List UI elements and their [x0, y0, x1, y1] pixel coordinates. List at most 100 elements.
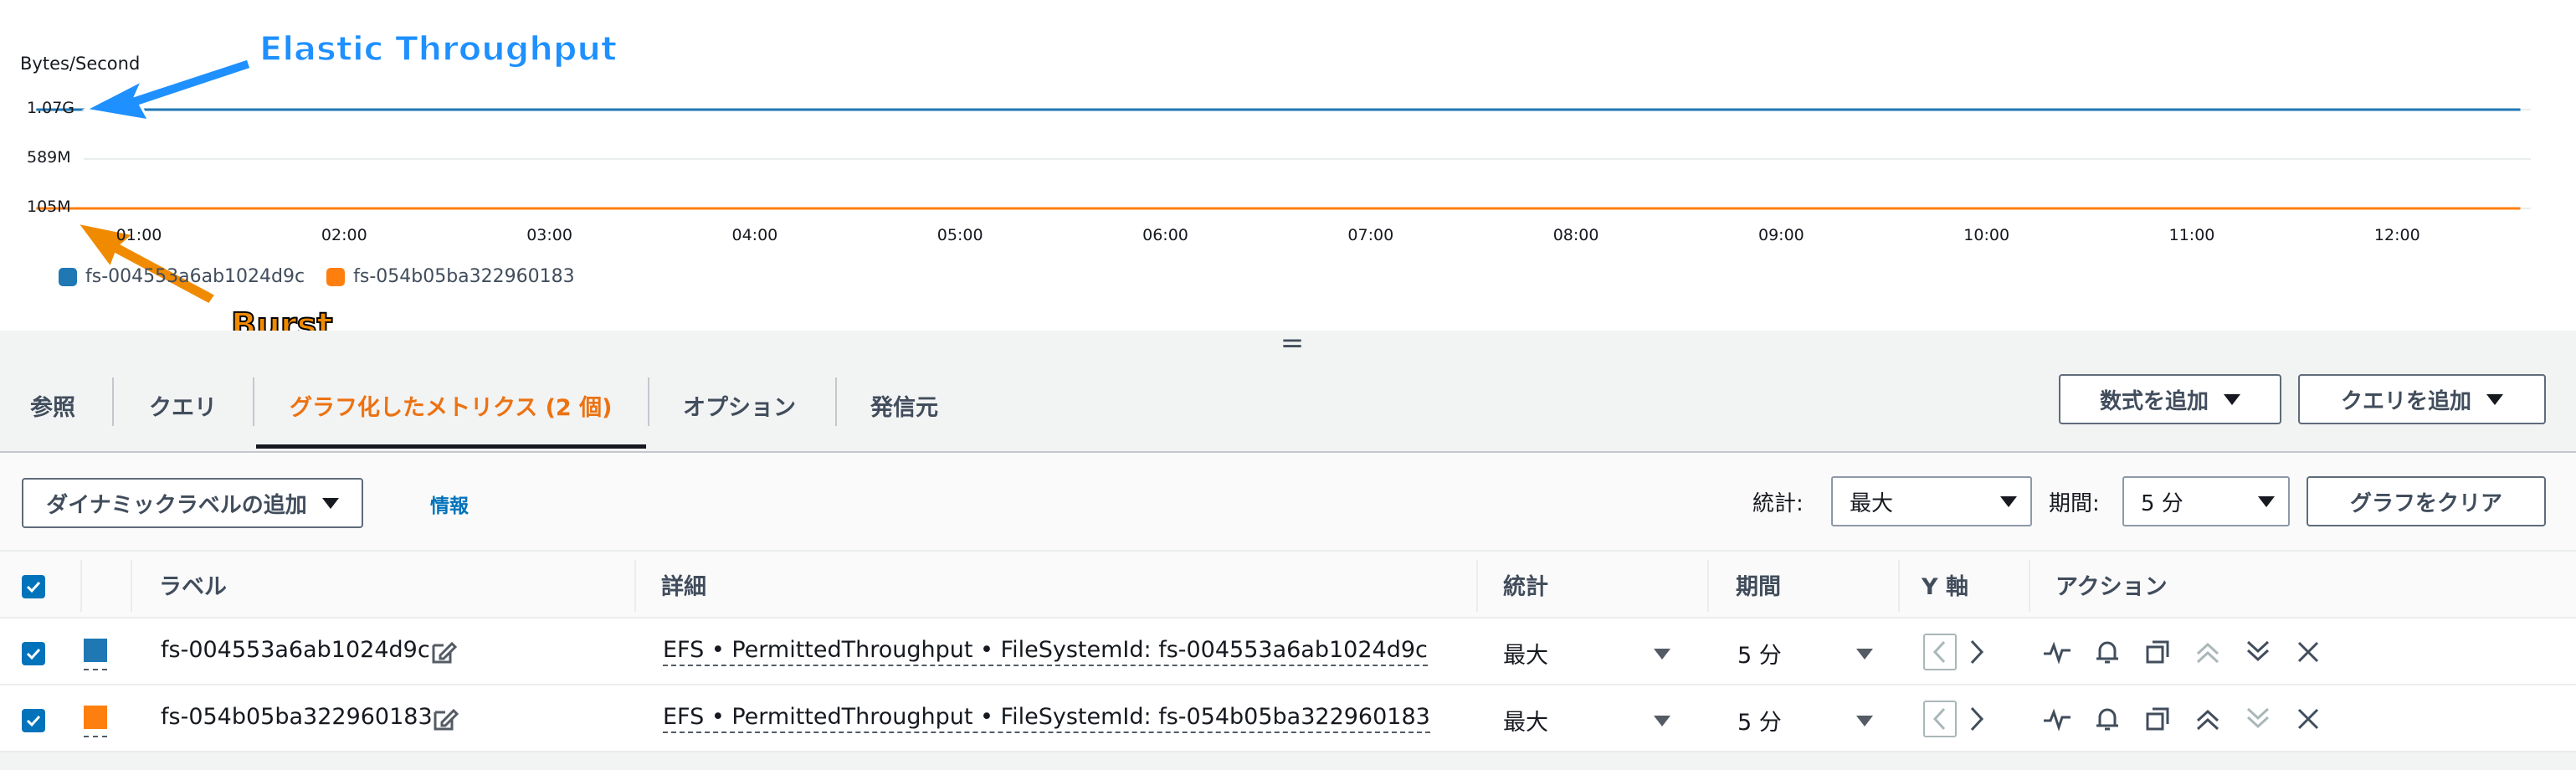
legend-swatch [326, 267, 346, 286]
x-tick-label: 10:00 [1963, 226, 2010, 244]
add-dynamic-label-text: ダイナミックラベルの追加 [46, 492, 307, 518]
tab-graphed-metrics[interactable]: グラフ化したメトリクス (2 個) [290, 376, 612, 434]
anomaly-detection-icon[interactable] [2042, 704, 2072, 734]
caret-down-icon [2486, 393, 2503, 405]
tab-divider [648, 377, 649, 426]
row-statistic-value[interactable]: 最大 [1503, 637, 1548, 670]
clear-graph-label: グラフをクリア [2349, 490, 2502, 516]
anomaly-detection-icon[interactable] [2042, 637, 2072, 667]
legend-item[interactable]: fs-054b05ba322960183 [326, 266, 575, 287]
series-color-picker[interactable] [84, 706, 107, 737]
y-axis-left-toggle[interactable] [1923, 634, 1957, 670]
add-query-label: クエリを追加 [2340, 388, 2471, 414]
column-header-period[interactable]: 期間 [1736, 568, 1781, 601]
row-statistic-value[interactable]: 最大 [1503, 704, 1548, 737]
chevron-left-icon [1932, 640, 1946, 664]
add-math-label: 数式を追加 [2099, 388, 2209, 414]
x-tick-label: 03:00 [526, 226, 572, 244]
x-tick-label: 04:00 [731, 226, 778, 244]
y-axis-left-toggle[interactable] [1923, 701, 1957, 737]
column-divider [634, 560, 636, 612]
add-math-button[interactable]: 数式を追加 [2059, 374, 2281, 424]
active-tab-indicator [256, 444, 646, 449]
legend-label: fs-054b05ba322960183 [353, 266, 575, 287]
check-icon [26, 648, 41, 660]
edit-icon[interactable] [430, 704, 460, 734]
column-header-statistic[interactable]: 統計 [1503, 568, 1548, 601]
tab-divider [112, 377, 114, 426]
caret-down-icon[interactable] [1654, 649, 1670, 660]
resize-handle[interactable]: = [1274, 329, 1311, 357]
y-tick-label: 1.07G [27, 99, 75, 117]
clear-graph-button[interactable]: グラフをクリア [2307, 476, 2546, 526]
column-divider [131, 560, 132, 612]
caret-down-icon[interactable] [1856, 716, 1873, 726]
x-tick-label: 02:00 [321, 226, 367, 244]
move-down-icon[interactable] [2243, 704, 2273, 734]
caret-down-icon [2258, 496, 2275, 507]
alarm-bell-icon[interactable] [2092, 704, 2122, 734]
copy-icon[interactable] [2142, 637, 2173, 667]
column-header-y-axis[interactable]: Y 軸 [1922, 568, 1968, 601]
row-checkbox[interactable] [22, 642, 45, 665]
period-select[interactable]: 5 分 [2122, 476, 2290, 526]
caret-down-icon [321, 497, 339, 509]
move-up-icon[interactable] [2193, 704, 2223, 734]
move-down-icon[interactable] [2243, 637, 2273, 667]
column-divider [1476, 560, 1478, 612]
column-header-label[interactable]: ラベル [159, 568, 227, 601]
series-color-picker[interactable] [84, 639, 107, 670]
x-tick-label: 07:00 [1347, 226, 1394, 244]
row-checkbox[interactable] [22, 709, 45, 732]
row-period-value[interactable]: 5 分 [1737, 637, 1782, 670]
tab-browse[interactable]: 参照 [30, 376, 75, 434]
column-header-detail[interactable]: 詳細 [661, 568, 706, 601]
legend-item[interactable]: fs-004553a6ab1024d9c [59, 266, 305, 287]
table-row: fs-054b05ba322960183 EFS • PermittedThro… [0, 685, 2576, 752]
x-tick-label: 01:00 [115, 226, 162, 244]
column-divider [80, 560, 82, 612]
metric-detail[interactable]: EFS • PermittedThroughput • FileSystemId… [663, 704, 1430, 733]
add-dynamic-label-button[interactable]: ダイナミックラベルの追加 [22, 478, 363, 528]
x-tick-label: 06:00 [1142, 226, 1188, 244]
x-tick-label: 05:00 [936, 226, 983, 244]
tab-query[interactable]: クエリ [149, 376, 217, 434]
caret-down-icon [2000, 496, 2017, 507]
tab-divider [835, 377, 837, 426]
check-icon [26, 715, 41, 727]
metric-detail[interactable]: EFS • PermittedThroughput • FileSystemId… [663, 637, 1428, 666]
select-all-checkbox[interactable] [22, 575, 45, 598]
tab-bar: 参照 クエリ グラフ化したメトリクス (2 個) オプション 発信元 数式を追加… [0, 356, 2576, 453]
chevron-right-icon[interactable] [1962, 637, 1992, 667]
caret-down-icon[interactable] [1856, 649, 1873, 660]
period-label: 期間: [2049, 491, 2100, 516]
row-period-value[interactable]: 5 分 [1737, 704, 1782, 737]
info-link[interactable]: 情報 [430, 490, 469, 518]
move-up-icon[interactable] [2193, 637, 2223, 667]
copy-icon[interactable] [2142, 704, 2173, 734]
statistic-label: 統計: [1752, 491, 1804, 516]
remove-icon[interactable] [2293, 704, 2323, 734]
column-divider [1707, 560, 1709, 612]
x-tick-label: 11:00 [2168, 226, 2215, 244]
table-row: fs-004553a6ab1024d9c EFS • PermittedThro… [0, 619, 2576, 685]
tab-options[interactable]: オプション [683, 376, 796, 434]
column-divider [2029, 560, 2030, 612]
edit-icon[interactable] [428, 637, 459, 667]
column-header-actions: アクション [2055, 574, 2168, 600]
metrics-panel: = 参照 クエリ グラフ化したメトリクス (2 個) オプション 発信元 数式を… [0, 329, 2576, 770]
y-tick-label: 589M [27, 148, 71, 167]
y-tick-label: 105M [27, 198, 71, 216]
x-tick-label: 09:00 [1758, 226, 1804, 244]
alarm-bell-icon[interactable] [2092, 637, 2122, 667]
chevron-right-icon[interactable] [1962, 704, 1992, 734]
annotation-elastic-throughput: Elastic Throughput [259, 29, 618, 69]
statistic-select[interactable]: 最大 [1831, 476, 2032, 526]
metric-graph: Bytes/Second 1.07G 589M 105M 01:00 02:00 0… [0, 0, 2576, 346]
chart-legend: fs-004553a6ab1024d9c fs-054b05ba32296018… [59, 266, 575, 287]
remove-icon[interactable] [2293, 637, 2323, 667]
add-query-button[interactable]: クエリを追加 [2298, 374, 2546, 424]
check-icon [26, 581, 41, 593]
tab-source[interactable]: 発信元 [870, 376, 938, 434]
caret-down-icon[interactable] [1654, 716, 1670, 726]
